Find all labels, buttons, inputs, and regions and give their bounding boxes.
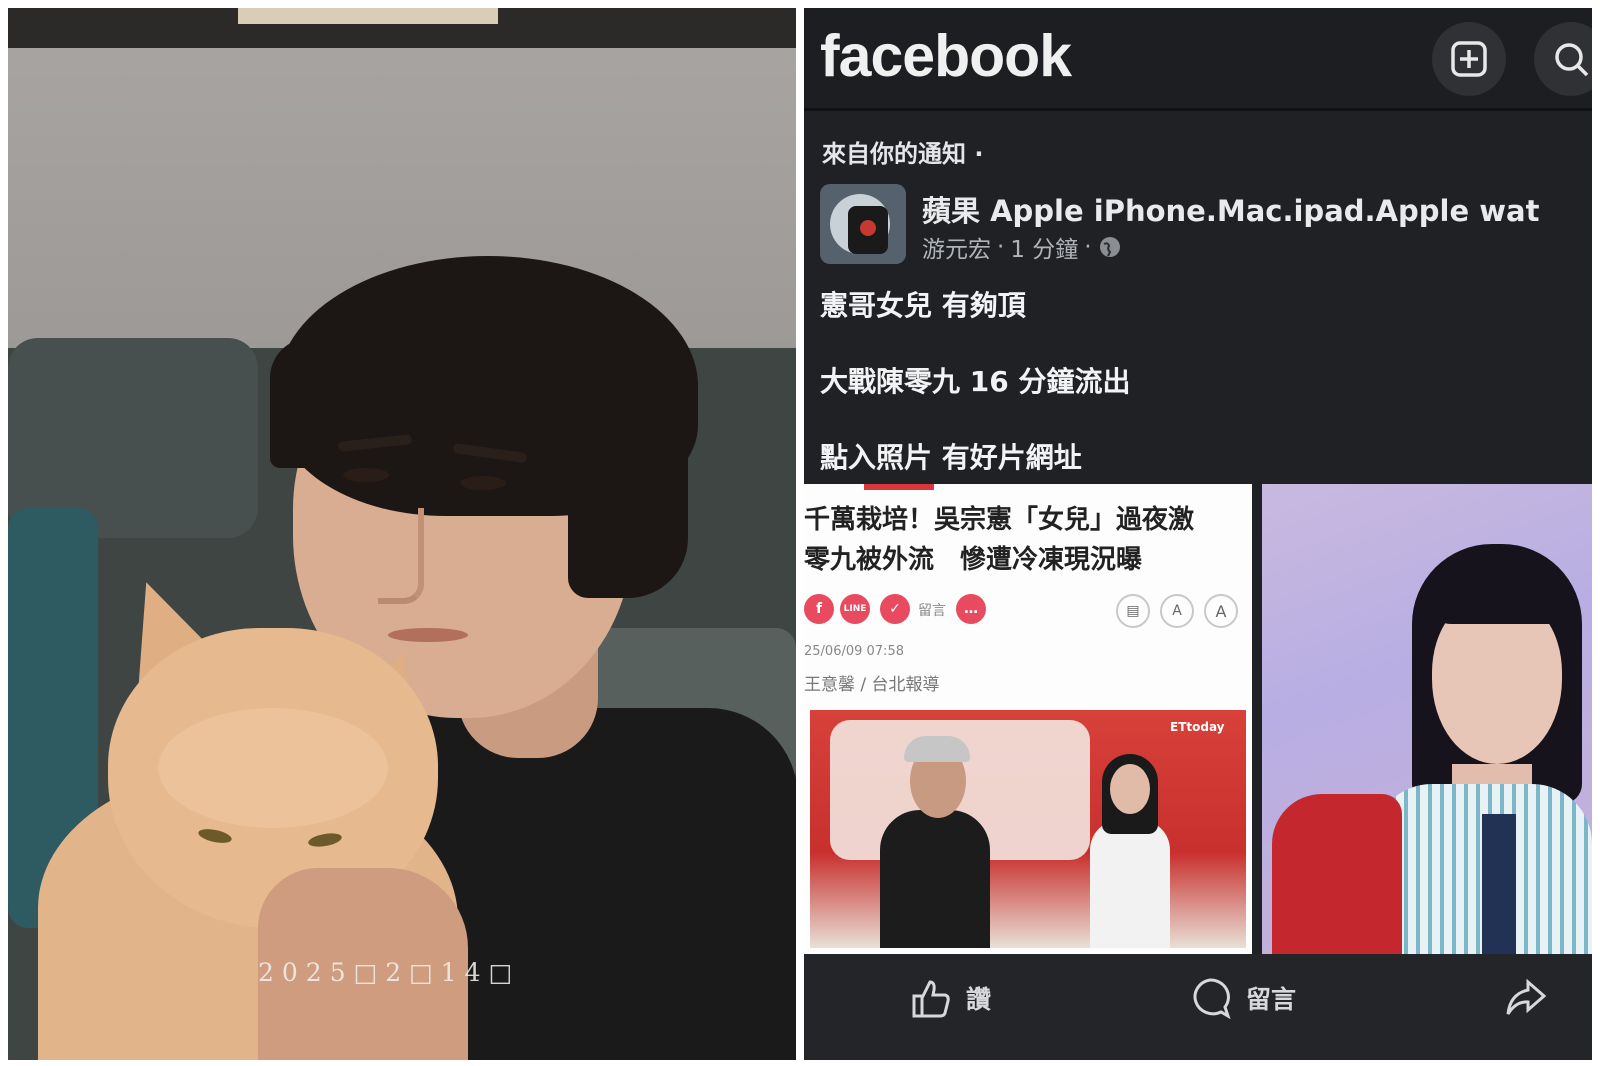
host-woman — [1090, 820, 1170, 948]
line-share-icon: LINE — [840, 594, 870, 624]
article-screenshot-image[interactable]: 千萬栽培！吳宗憲「女兒」過夜激 零九被外流 慘遭冷凍現況曝 f LINE ✓ 留… — [804, 484, 1252, 954]
left-eye — [343, 468, 389, 482]
cat-forehead-fur — [158, 708, 388, 828]
comment-label: 留言 — [1246, 985, 1297, 1014]
thumbs-up-icon — [912, 980, 950, 1018]
article-accent-bar — [864, 484, 934, 490]
necktie — [1482, 814, 1516, 954]
chat-share-icon: … — [956, 594, 986, 624]
article-headline-line-2: 零九被外流 慘遭冷凍現況曝 — [804, 545, 1143, 575]
hair-side — [568, 368, 688, 598]
group-avatar[interactable] — [820, 184, 906, 264]
font-increase-icon: A — [1204, 594, 1238, 628]
article-headline-line-1: 千萬栽培！吳宗憲「女兒」過夜激 — [804, 505, 1195, 535]
comment-button[interactable]: 留言 — [1188, 976, 1296, 1020]
share-comment-label: 留言 — [918, 603, 946, 619]
font-decrease-icon: A — [1160, 594, 1194, 628]
facebook-screenshot-panel: facebook 來自你的通知 · 蘋果 Apple iPhone.Mac.ip… — [804, 8, 1592, 1060]
portrait-bangs — [1426, 574, 1566, 624]
share-button[interactable] — [1504, 976, 1548, 1020]
meta-separator: · — [997, 234, 1005, 260]
group-name[interactable]: 蘋果 Apple iPhone.Mac.ipad.Apple wat — [922, 188, 1539, 230]
host-woman-face — [1110, 764, 1150, 814]
post-text-line-2: 大戰陳零九 16 分鐘流出 — [820, 365, 1131, 398]
article-date: 25/06/09 07:58 — [804, 644, 904, 659]
facebook-logo[interactable]: facebook — [820, 22, 1072, 90]
photo-date-stamp: 2025□2□14□ — [258, 958, 521, 987]
meta-separator-2: · — [1084, 234, 1092, 260]
create-post-button[interactable] — [1432, 22, 1506, 96]
like-button[interactable]: 讚 — [908, 976, 991, 1020]
search-icon — [1555, 43, 1589, 77]
facebook-header: facebook — [804, 8, 1592, 111]
author-name[interactable]: 游元宏 — [922, 230, 991, 264]
article-headline: 千萬栽培！吳宗憲「女兒」過夜激 零九被外流 慘遭冷凍現況曝 — [804, 500, 1194, 580]
notification-source-label: 來自你的通知 · — [822, 140, 984, 168]
woman-portrait-image[interactable] — [1262, 484, 1592, 954]
article-photo: ETtoday — [810, 710, 1246, 948]
host-man — [880, 810, 990, 948]
nose — [378, 508, 424, 604]
host-man-cap — [904, 736, 970, 762]
tv-badge: ETtoday — [1170, 720, 1225, 734]
facebook-share-icon: f — [804, 594, 834, 624]
right-eye — [460, 476, 506, 490]
picture-frame — [238, 8, 498, 24]
twitter-share-icon: ✓ — [880, 594, 910, 624]
like-label: 讚 — [966, 985, 992, 1014]
print-icon: ▤ — [1116, 594, 1150, 628]
comment-bubble-icon — [1193, 978, 1231, 1020]
post-time[interactable]: 1 分鐘 — [1010, 230, 1078, 264]
globe-icon — [1099, 237, 1120, 257]
hair-fringe — [270, 338, 390, 468]
plus-square-icon — [1451, 41, 1487, 77]
red-jacket — [1272, 794, 1402, 954]
share-arrow-icon — [1506, 978, 1547, 1015]
post-text-line-3: 點入照片 有好片網址 — [820, 441, 1082, 474]
selfie-photo-panel: 2025□2□14□ — [8, 8, 796, 1060]
mouth — [388, 628, 468, 642]
post-text-line-1: 憲哥女兒 有夠頂 — [820, 289, 1026, 322]
search-button[interactable] — [1534, 22, 1592, 96]
article-byline: 王意馨 / 台北報導 — [804, 675, 940, 695]
post-meta: 游元宏 · 1 分鐘 · — [922, 230, 1122, 264]
